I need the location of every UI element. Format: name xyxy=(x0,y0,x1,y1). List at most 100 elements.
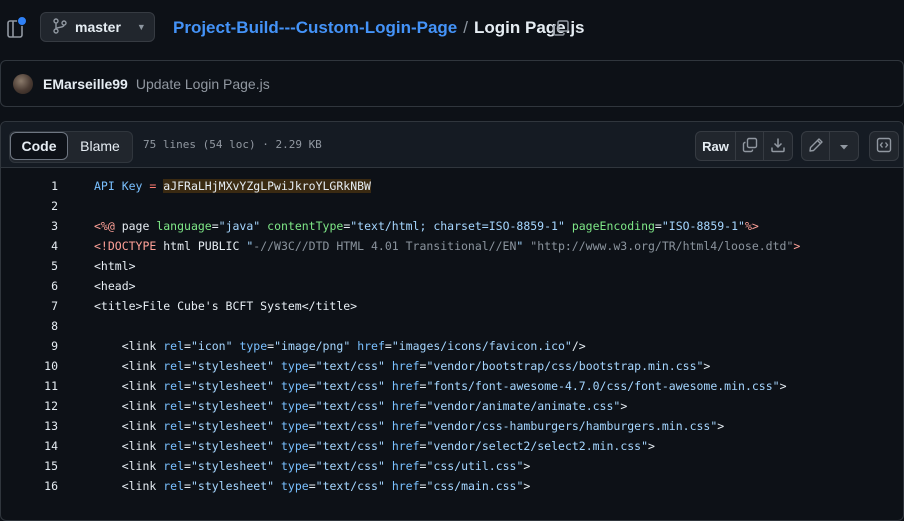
file-header-bar: master ▼ Project-Build---Custom-Login-Pa… xyxy=(0,0,904,58)
line-number[interactable]: 9 xyxy=(1,339,58,353)
symbols-panel-button[interactable] xyxy=(869,131,899,161)
code-token: pageEncoding xyxy=(571,219,655,233)
code-content[interactable]: 1 API Key = aJFRaLHjMXvYZgLPwiJkroYLGRkNB… xyxy=(1,168,903,496)
line-content: <title>File Cube's BCFT System</title> xyxy=(58,299,357,313)
code-token: "text/css" xyxy=(315,459,385,473)
code-token: = xyxy=(184,339,191,353)
line-number[interactable]: 16 xyxy=(1,479,58,493)
line-number[interactable]: 1 xyxy=(1,179,58,193)
code-token: rel xyxy=(163,439,185,453)
avatar[interactable] xyxy=(13,73,33,94)
code-token: > xyxy=(793,239,801,253)
code-token: "text/css" xyxy=(315,419,385,433)
code-token: "stylesheet" xyxy=(190,399,275,413)
code-token: "vendor/css-hamburgers/hamburgers.min.cs… xyxy=(426,419,718,433)
line-number[interactable]: 7 xyxy=(1,299,58,313)
code-line[interactable]: 12 <link rel="stylesheet" type="text/css… xyxy=(1,396,903,416)
edit-button[interactable] xyxy=(802,132,830,160)
copy-icon xyxy=(742,137,758,156)
line-number[interactable]: 5 xyxy=(1,259,58,273)
line-number[interactable]: 4 xyxy=(1,239,58,253)
code-token: <head> xyxy=(94,279,136,293)
code-token: = xyxy=(308,479,316,493)
code-line[interactable]: 4 <!DOCTYPE html PUBLIC "-//W3C//DTD HTML… xyxy=(1,236,903,256)
code-line[interactable]: 10 <link rel="stylesheet" type="text/css… xyxy=(1,356,903,376)
code-line[interactable]: 11 <link rel="stylesheet" type="text/css… xyxy=(1,376,903,396)
code-token: = xyxy=(184,419,191,433)
branch-selector-button[interactable]: master ▼ xyxy=(40,12,155,42)
code-token: rel xyxy=(163,379,185,393)
line-number[interactable]: 8 xyxy=(1,319,58,333)
git-branch-icon xyxy=(53,17,67,37)
code-square-icon xyxy=(876,137,892,156)
code-token: <title> xyxy=(94,299,143,313)
code-token: <!DOCTYPE xyxy=(94,239,164,253)
code-line[interactable]: 1 API Key = aJFRaLHjMXvYZgLPwiJkroYLGRkNB… xyxy=(1,176,903,196)
code-token: href xyxy=(391,399,420,413)
line-number[interactable]: 10 xyxy=(1,359,58,373)
line-number[interactable]: 12 xyxy=(1,399,58,413)
commit-message[interactable]: Update Login Page.js xyxy=(136,76,270,92)
code-token: <link xyxy=(121,339,164,353)
download-button[interactable] xyxy=(764,132,792,160)
repo-link[interactable]: Project-Build---Custom-Login-Page xyxy=(173,18,457,38)
code-token: <link xyxy=(121,459,164,473)
code-token: = xyxy=(308,459,316,473)
code-line[interactable]: 7 <title>File Cube's BCFT System</title> xyxy=(1,296,903,316)
tab-blame[interactable]: Blame xyxy=(68,132,132,160)
code-line[interactable]: 14 <link rel="stylesheet" type="text/css… xyxy=(1,436,903,456)
line-number[interactable]: 3 xyxy=(1,219,58,233)
line-number[interactable]: 6 xyxy=(1,279,58,293)
line-number[interactable]: 14 xyxy=(1,439,58,453)
file-toolbar: Code Blame 75 lines (54 loc) · 2.29 KB R… xyxy=(1,122,903,168)
line-number[interactable]: 15 xyxy=(1,459,58,473)
code-token: "stylesheet" xyxy=(190,459,275,473)
code-line[interactable]: 16 <link rel="stylesheet" type="text/css… xyxy=(1,476,903,496)
code-token: > xyxy=(523,459,531,473)
commit-author[interactable]: EMarseille99 xyxy=(43,76,128,92)
code-line[interactable]: 8 xyxy=(1,316,903,336)
view-mode-toggle: Code Blame xyxy=(9,131,133,163)
code-token: rel xyxy=(163,479,185,493)
code-token: > xyxy=(779,379,787,393)
line-number[interactable]: 2 xyxy=(1,199,58,213)
breadcrumb: Project-Build---Custom-Login-Page / Logi… xyxy=(173,18,585,38)
code-line[interactable]: 3 <%@ page language="java" contentType="t… xyxy=(1,216,903,236)
download-icon xyxy=(770,137,786,156)
file-viewer: Code Blame 75 lines (54 loc) · 2.29 KB R… xyxy=(0,121,904,521)
copy-raw-button[interactable] xyxy=(736,132,764,160)
line-content: <link rel="stylesheet" type="text/css" h… xyxy=(58,479,531,493)
code-token: type xyxy=(281,459,309,473)
code-token: type xyxy=(281,379,309,393)
raw-button[interactable]: Raw xyxy=(696,132,736,160)
code-token: href xyxy=(357,339,385,353)
code-line[interactable]: 13 <link rel="stylesheet" type="text/css… xyxy=(1,416,903,436)
line-content: <link rel="stylesheet" type="text/css" h… xyxy=(58,419,725,433)
line-number[interactable]: 11 xyxy=(1,379,58,393)
code-token: "vendor/bootstrap/css/bootstrap.min.css" xyxy=(426,359,704,373)
code-token: <link xyxy=(121,359,164,373)
code-line[interactable]: 15 <link rel="stylesheet" type="text/css… xyxy=(1,456,903,476)
pencil-icon xyxy=(808,137,824,156)
line-number[interactable]: 13 xyxy=(1,419,58,433)
code-line[interactable]: 6 <head> xyxy=(1,276,903,296)
code-token: href xyxy=(391,459,420,473)
code-token: type xyxy=(239,339,268,353)
tab-code[interactable]: Code xyxy=(10,132,68,160)
copy-path-icon[interactable] xyxy=(552,19,570,37)
code-token: <link xyxy=(121,379,164,393)
code-line[interactable]: 9 <link rel="icon" type="image/png" href… xyxy=(1,336,903,356)
code-token: <link xyxy=(121,419,164,433)
code-line[interactable]: 5 <html> xyxy=(1,256,903,276)
code-line[interactable]: 2 xyxy=(1,196,903,216)
code-token: "image/png" xyxy=(274,339,351,353)
more-edit-options-button[interactable] xyxy=(830,132,858,160)
line-content: <link rel="stylesheet" type="text/css" h… xyxy=(58,359,711,373)
